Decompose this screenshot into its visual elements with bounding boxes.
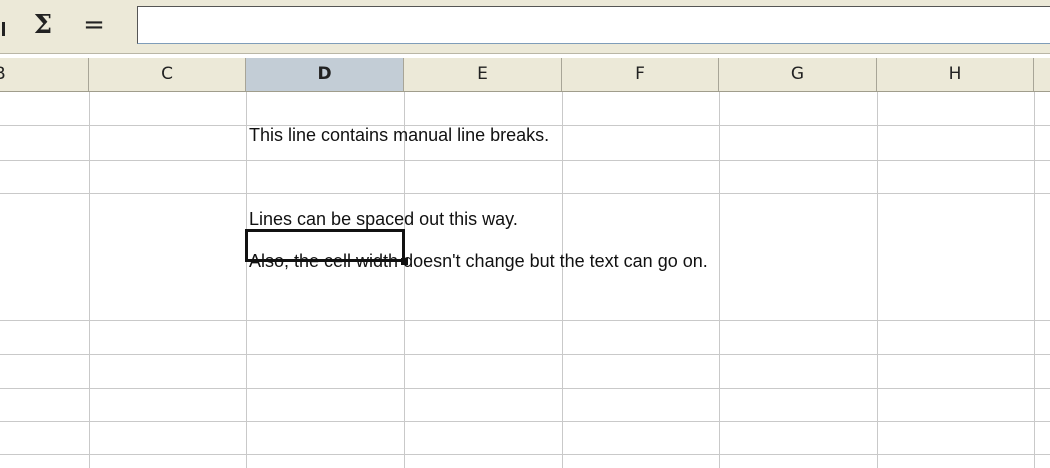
selected-cell-d5[interactable] — [245, 229, 405, 262]
grid-line — [0, 421, 1050, 422]
toolbar-edge-icon — [2, 22, 5, 36]
column-header-f[interactable]: F — [562, 58, 719, 91]
cell-d4-text[interactable]: This line contains manual line breaks. L… — [249, 104, 1029, 293]
column-header-h[interactable]: H — [877, 58, 1034, 91]
function-button[interactable]: = — [74, 10, 114, 40]
column-header-next[interactable] — [1034, 58, 1050, 91]
grid-line — [0, 320, 1050, 321]
column-header-bar: B C D E F G H — [0, 58, 1050, 92]
column-header-d[interactable]: D — [246, 58, 404, 91]
sum-button[interactable]: Σ — [24, 10, 62, 40]
grid-line — [246, 92, 247, 468]
formula-toolbar: Σ = — [0, 0, 1050, 54]
column-header-b[interactable]: B — [0, 58, 89, 91]
grid-line — [0, 354, 1050, 355]
cell-text-line — [249, 167, 1029, 188]
column-header-g[interactable]: G — [719, 58, 877, 91]
column-header-c[interactable]: C — [89, 58, 246, 91]
formula-input[interactable] — [137, 6, 1050, 44]
fill-handle[interactable] — [401, 258, 408, 265]
column-header-e[interactable]: E — [404, 58, 562, 91]
cell-text-line: This line contains manual line breaks. — [249, 125, 550, 145]
cell-text-line: Lines can be spaced out this way. — [249, 209, 518, 229]
grid-line — [0, 388, 1050, 389]
grid-line — [0, 454, 1050, 455]
grid-line — [89, 92, 90, 468]
grid-line — [1034, 92, 1035, 468]
